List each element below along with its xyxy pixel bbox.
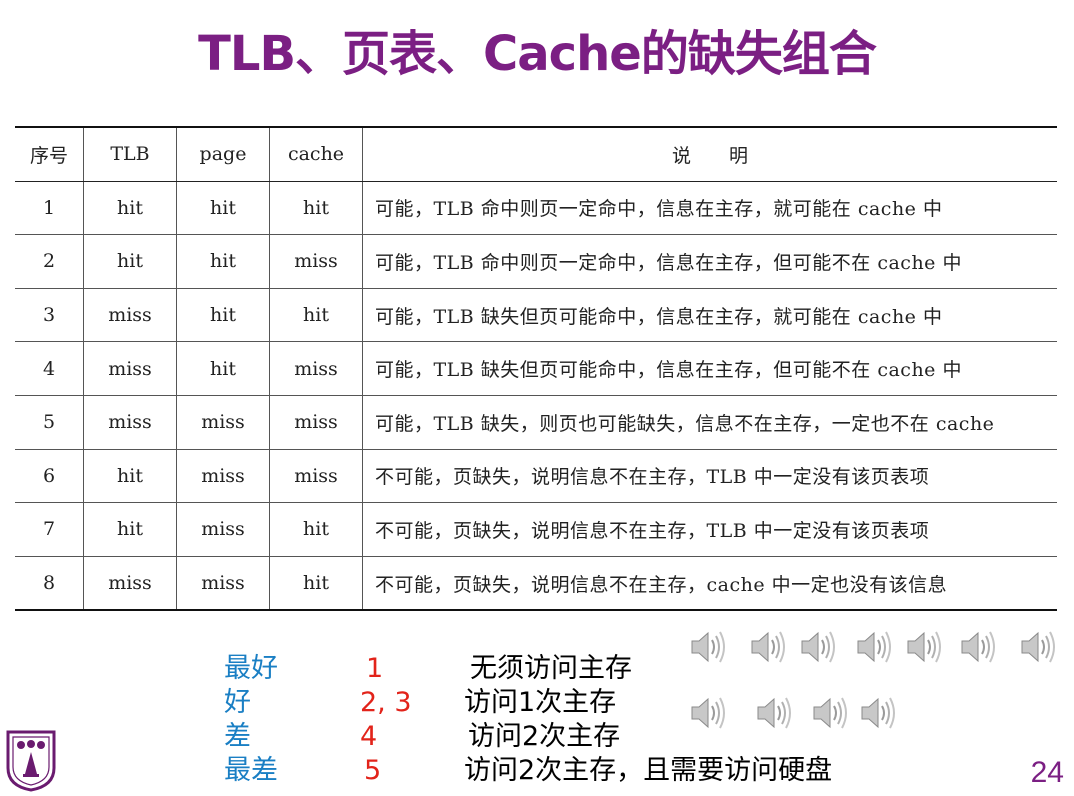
cell-description: 可能，TLB 缺失但页可能命中，信息在主存，就可能在 cache 中	[362, 288, 1057, 343]
cell-page: miss	[176, 556, 270, 611]
legend-row-numbers: 1 2, 3 4 5	[360, 652, 412, 788]
cell-cache: hit	[269, 556, 363, 611]
speaker-icon[interactable]	[858, 694, 896, 732]
university-seal-logo	[6, 730, 56, 792]
speaker-icon[interactable]	[688, 628, 726, 666]
page-number: 24	[1030, 756, 1064, 789]
cell-page: hit	[176, 234, 270, 289]
cell-tlb: miss	[83, 395, 177, 450]
cell-index: 6	[15, 449, 84, 504]
cell-description: 不可能，页缺失，说明信息不在主存，cache 中一定也没有该信息	[362, 556, 1057, 611]
cell-page: miss	[176, 502, 270, 557]
cell-index: 8	[15, 556, 84, 611]
cell-tlb: hit	[83, 234, 177, 289]
miss-combination-table: 序号 TLB page cache 说 明 1 hit hit hit 可能，T…	[15, 126, 1057, 612]
speaker-icon[interactable]	[810, 694, 848, 732]
col-header-description: 说 明	[362, 127, 1057, 182]
speaker-icon[interactable]	[904, 628, 942, 666]
cell-description: 可能，TLB 命中则页一定命中，信息在主存，就可能在 cache 中	[362, 181, 1057, 236]
table-row: 3 miss hit hit 可能，TLB 缺失但页可能命中，信息在主存，就可能…	[15, 288, 1057, 343]
cell-page: hit	[176, 288, 270, 343]
legend-level-worst: 最差	[224, 755, 278, 786]
legend-level-best: 最好	[224, 653, 278, 684]
cell-index: 7	[15, 502, 84, 557]
cell-tlb: miss	[83, 288, 177, 343]
speaker-icon[interactable]	[748, 628, 786, 666]
cell-page: miss	[176, 395, 270, 450]
table-row: 1 hit hit hit 可能，TLB 命中则页一定命中，信息在主存，就可能在…	[15, 181, 1057, 236]
speaker-icon[interactable]	[1018, 628, 1056, 666]
cell-cache: miss	[269, 341, 363, 396]
cell-description: 可能，TLB 命中则页一定命中，信息在主存，但可能不在 cache 中	[362, 234, 1057, 289]
legend-levels: 最好 好 差 最差	[224, 652, 278, 788]
cell-cache: miss	[269, 395, 363, 450]
legend-level-good: 好	[224, 687, 251, 718]
speaker-icon[interactable]	[688, 694, 726, 732]
cell-index: 2	[15, 234, 84, 289]
col-header-cache: cache	[269, 127, 363, 182]
legend-rows-worst: 5	[364, 755, 382, 786]
cell-index: 4	[15, 341, 84, 396]
speaker-icon[interactable]	[798, 628, 836, 666]
table-row: 4 miss hit miss 可能，TLB 缺失但页可能命中，信息在主存，但可…	[15, 341, 1057, 396]
cell-cache: hit	[269, 181, 363, 236]
table-row: 5 miss miss miss 可能，TLB 缺失，则页也可能缺失，信息不在主…	[15, 395, 1057, 450]
cell-page: hit	[176, 181, 270, 236]
cell-cache: hit	[269, 288, 363, 343]
cell-description: 不可能，页缺失，说明信息不在主存，TLB 中一定没有该页表项	[362, 449, 1057, 504]
cell-description: 可能，TLB 缺失但页可能命中，信息在主存，但可能不在 cache 中	[362, 341, 1057, 396]
col-header-index: 序号	[15, 127, 84, 182]
table-row: 8 miss miss hit 不可能，页缺失，说明信息不在主存，cache 中…	[15, 556, 1057, 611]
cell-index: 1	[15, 181, 84, 236]
cell-index: 3	[15, 288, 84, 343]
legend-desc-worst: 访问2次主存，且需要访问硬盘	[464, 755, 833, 786]
cell-tlb: miss	[83, 341, 177, 396]
col-header-page: page	[176, 127, 270, 182]
table-row: 7 hit miss hit 不可能，页缺失，说明信息不在主存，TLB 中一定没…	[15, 502, 1057, 557]
legend-rows-bad: 4	[360, 721, 378, 752]
speaker-icon[interactable]	[958, 628, 996, 666]
cell-description: 可能，TLB 缺失，则页也可能缺失，信息不在主存，一定也不在 cache	[362, 395, 1057, 450]
cell-page: miss	[176, 449, 270, 504]
table-row: 2 hit hit miss 可能，TLB 命中则页一定命中，信息在主存，但可能…	[15, 234, 1057, 289]
cell-description: 不可能，页缺失，说明信息不在主存，TLB 中一定没有该页表项	[362, 502, 1057, 557]
cell-page: hit	[176, 341, 270, 396]
cell-tlb: hit	[83, 181, 177, 236]
cell-cache: miss	[269, 449, 363, 504]
col-header-tlb: TLB	[83, 127, 177, 182]
legend-level-bad: 差	[224, 721, 251, 752]
legend-rows-good: 2, 3	[360, 687, 412, 718]
table-row: 6 hit miss miss 不可能，页缺失，说明信息不在主存，TLB 中一定…	[15, 449, 1057, 504]
legend-rows-best: 1	[366, 653, 384, 684]
cell-index: 5	[15, 395, 84, 450]
table-header-row: 序号 TLB page cache 说 明	[15, 127, 1057, 182]
cell-cache: miss	[269, 234, 363, 289]
cell-cache: hit	[269, 502, 363, 557]
cell-tlb: hit	[83, 449, 177, 504]
cell-tlb: hit	[83, 502, 177, 557]
cell-tlb: miss	[83, 556, 177, 611]
speaker-icon[interactable]	[754, 694, 792, 732]
speaker-icon[interactable]	[854, 628, 892, 666]
slide-title: TLB、页表、Cache的缺失组合	[198, 26, 877, 82]
